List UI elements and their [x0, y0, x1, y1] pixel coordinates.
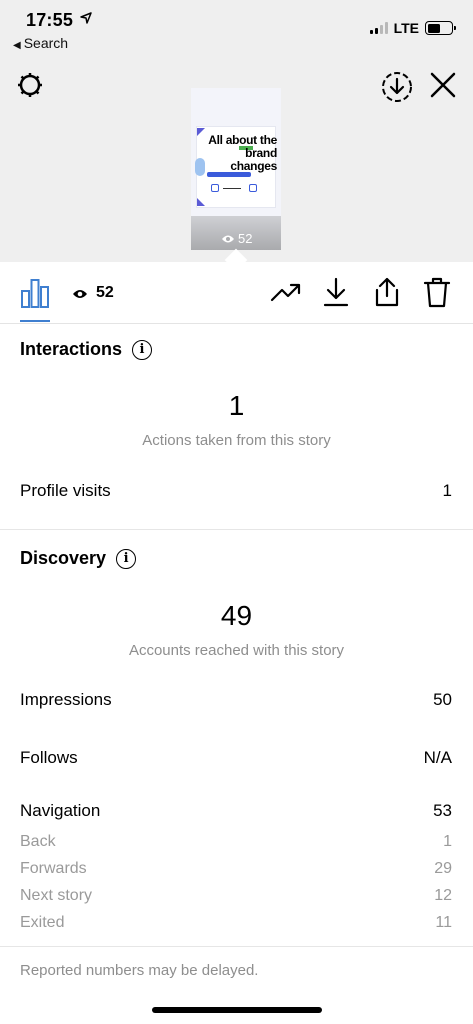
nav-forwards-row: Forwards 29 — [20, 860, 452, 877]
back-triangle-icon: ◀ — [13, 40, 21, 51]
impressions-row: Impressions 50 — [20, 690, 452, 709]
delay-footnote: Reported numbers may be delayed. — [20, 962, 259, 979]
story-preview-area: 17:55 ◀ Search LTE All about the brand ch… — [0, 0, 473, 262]
eye-icon — [222, 235, 234, 242]
insights-chart-icon[interactable] — [20, 277, 50, 309]
download-icon[interactable] — [322, 276, 350, 308]
profile-visits-row: Profile visits 1 — [20, 481, 452, 500]
follows-row: Follows N/A — [20, 748, 452, 767]
navigation-row: Navigation 53 — [20, 801, 452, 820]
share-icon[interactable] — [372, 276, 402, 308]
save-story-icon[interactable] — [380, 70, 414, 104]
insights-toolbar: 52 — [0, 262, 473, 324]
discovery-heading: Discovery i — [20, 548, 137, 569]
status-indicators: LTE — [369, 20, 456, 36]
status-time: 17:55 — [26, 10, 74, 30]
network-label: LTE — [393, 20, 419, 36]
interactions-heading: Interactions i — [20, 339, 153, 360]
thumbnail-view-count: 52 — [221, 231, 252, 246]
thumbnail-headline: All about the brand changes — [208, 133, 277, 173]
info-icon[interactable]: i — [132, 339, 153, 360]
battery-icon — [425, 21, 456, 35]
back-to-search-link[interactable]: ◀ Search — [13, 35, 68, 51]
settings-gear-icon[interactable] — [15, 70, 45, 100]
view-count: 52 — [96, 284, 114, 301]
nav-back-row: Back 1 — [20, 833, 452, 850]
signal-icon — [369, 22, 388, 34]
discovery-total: 49 — [220, 600, 253, 631]
nav-exited-row: Exited 11 — [20, 914, 452, 931]
promote-trend-icon[interactable] — [270, 280, 302, 304]
close-icon[interactable] — [428, 70, 458, 100]
interactions-caption: Actions taken from this story — [142, 432, 331, 449]
eye-icon — [73, 290, 87, 298]
location-arrow-icon — [80, 12, 92, 24]
story-thumbnail[interactable]: All about the brand changes 52 — [191, 88, 281, 250]
info-icon[interactable]: i — [116, 548, 137, 569]
interactions-total: 1 — [228, 390, 245, 421]
delete-trash-icon[interactable] — [423, 276, 451, 308]
discovery-caption: Accounts reached with this story — [128, 642, 345, 659]
nav-next-story-row: Next story 12 — [20, 887, 452, 904]
home-indicator[interactable] — [152, 1007, 322, 1013]
